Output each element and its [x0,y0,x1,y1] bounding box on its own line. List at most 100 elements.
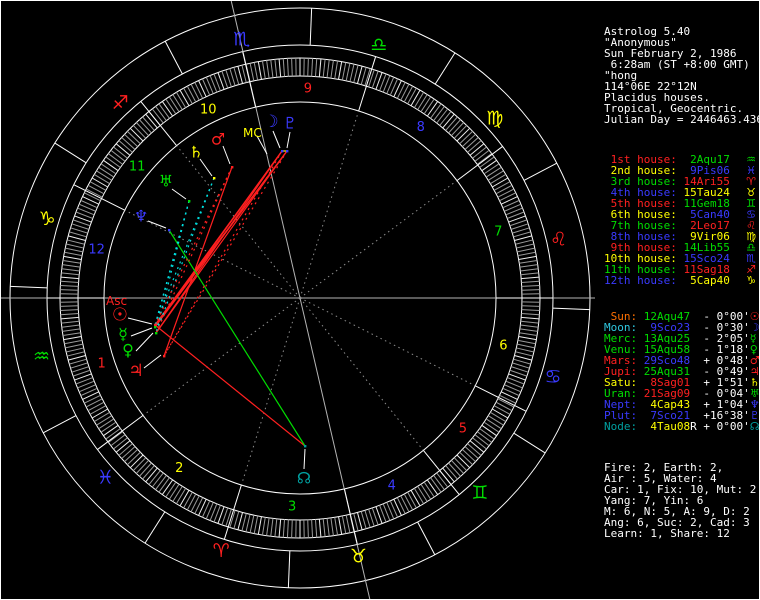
degree-tick [60,305,79,307]
jupiter-position-dot [163,355,166,358]
degree-tick [345,63,351,81]
degree-tick [502,387,520,397]
degree-tick [266,60,270,79]
degree-tick [60,280,79,284]
astrolog-window: 1 2 3 4 5 6 7 8 9 10 11 12 ♈ ♉ ♊ ♋ ♌ ♍ ♎ ♏ ♐ ♑ ♒ ♓ ☉ ☿ ♀ ♃ ☽ ♇ ♂ ♄ ♅ ♆ ☊ As… [0,0,760,600]
degree-tick [172,94,183,110]
mars-pointer [222,145,231,165]
virgo-glyph-icon: ♍ [486,107,503,129]
degree-tick [89,405,107,415]
degree-tick [403,493,414,511]
degree-tick [483,163,500,175]
pisces-glyph-icon: ♓ [97,467,114,489]
degree-tick [519,328,538,332]
sign-boundary [10,285,48,289]
degree-tick [282,519,286,538]
degree-tick [349,64,355,82]
degree-tick [472,146,487,159]
degree-tick [148,470,161,485]
house-cusp [73,184,125,211]
degree-tick [517,247,535,253]
libra-glyph-icon: ♎ [370,34,387,56]
degree-tick [495,184,513,195]
degree-tick [282,58,286,77]
house-row-12: 12th house: 5Cap40 ♑ [604,275,756,286]
degree-tick [464,137,479,150]
degree-tick [517,343,535,349]
degree-tick [108,153,124,165]
degree-tick [190,495,200,513]
degree-tick [519,332,538,337]
degree-tick [490,411,506,423]
degree-tick [423,98,435,115]
house-label: 12th house: [604,274,677,287]
degree-tick [451,122,465,136]
degree-tick [518,255,537,260]
degree-tick [175,488,187,504]
degree-tick [145,467,158,483]
degree-tick [426,101,439,117]
degree-tick [85,398,103,408]
degree-tick [516,243,534,249]
degree-tick [469,143,485,156]
degree-tick [396,497,406,514]
sign-boundary [144,511,166,544]
degree-tick [521,305,540,307]
degree-tick [87,184,105,195]
degree-tick [100,163,117,175]
degree-tick [110,434,126,447]
mercury-pointer [130,327,153,337]
moon-glyph-icon: ☽ [263,112,278,132]
planet-velocity: R + 0°00' [690,420,750,433]
house-cusp-value: 5Cap40 [676,274,730,287]
degree-tick [318,519,322,538]
house-cusp-dotted [299,297,476,387]
sign-boundary [523,162,557,181]
degree-tick [96,170,112,181]
degree-tick [311,58,314,77]
degree-tick [456,127,471,142]
degree-tick [322,59,326,78]
venus-position-dot [155,332,158,335]
degree-tick [500,196,518,205]
sign-boundary [417,521,436,555]
degree-tick [430,477,442,493]
saturn-position-dot [213,177,216,180]
degree-tick [456,454,471,469]
degree-tick [495,401,513,412]
degree-tick [515,351,533,357]
degree-tick [459,451,473,466]
degree-tick [474,149,490,162]
house-cusp [475,385,527,412]
degree-tick [158,477,170,493]
degree-tick [201,78,211,96]
degree-tick [318,58,322,77]
degree-tick [410,490,421,507]
degree-tick [186,493,197,511]
degree-tick [360,511,367,529]
degree-tick [68,354,86,361]
node-position-dot [304,445,307,448]
degree-tick [62,264,81,268]
degree-tick [158,103,170,119]
degree-tick [198,498,207,516]
degree-tick [518,336,537,341]
house-number-4: 4 [388,478,396,493]
degree-tick [118,443,133,456]
degree-tick [132,457,147,471]
degree-tick [270,518,274,537]
degree-tick [103,159,119,172]
degree-tick [479,428,495,440]
degree-tick [115,143,131,156]
house-number-7: 7 [494,225,502,240]
degree-tick [330,517,334,536]
degree-tick [110,149,126,162]
degree-tick [338,516,343,535]
degree-tick [396,82,406,99]
degree-tick [462,449,476,463]
house-cusp-dotted [299,297,424,451]
degree-tick [249,515,255,533]
degree-tick [326,59,330,78]
pluto-position-dot [286,150,289,153]
degree-tick [334,60,339,79]
